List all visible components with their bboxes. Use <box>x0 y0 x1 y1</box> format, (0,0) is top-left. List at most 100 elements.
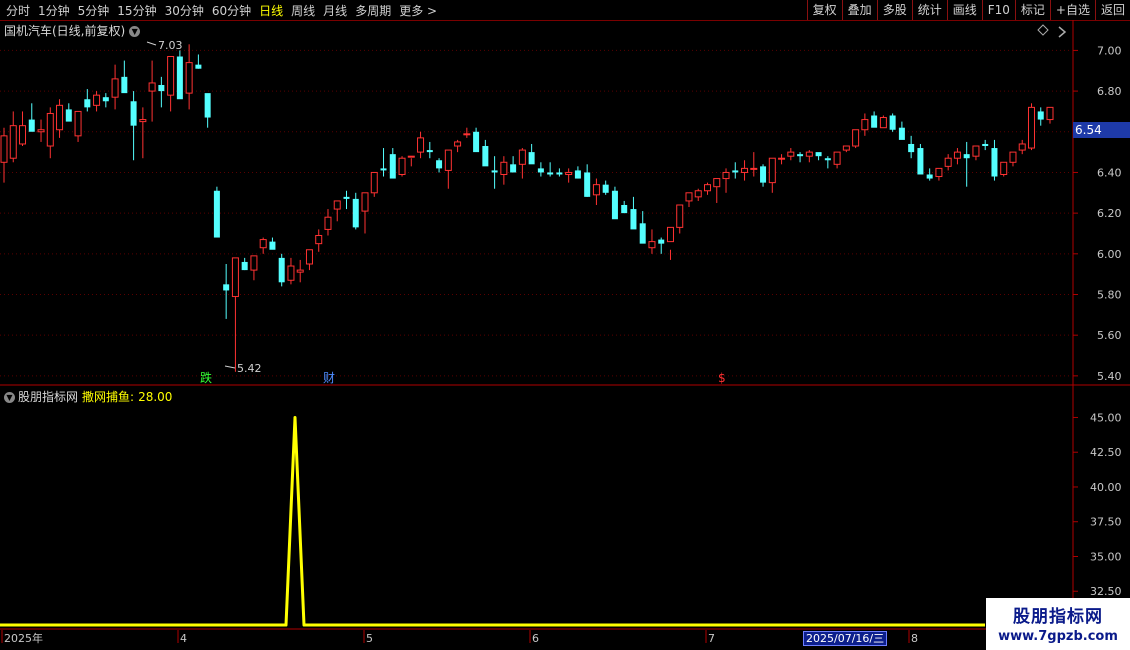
candle-body <box>333 200 341 210</box>
y-tick-label: 7.00 <box>1097 44 1122 57</box>
candle-body <box>528 152 535 165</box>
y-tick-label: 6.80 <box>1097 85 1122 98</box>
candle-body <box>556 172 563 175</box>
candle-body <box>259 239 267 249</box>
candle-body <box>176 56 183 100</box>
candle-body <box>204 93 211 118</box>
y-tick-label: 6.20 <box>1097 207 1122 220</box>
y-tick-label: 6.40 <box>1097 166 1122 179</box>
candle-body <box>491 170 498 173</box>
candle-body <box>713 178 721 188</box>
candle-body <box>1027 106 1035 149</box>
candle-body <box>37 129 45 133</box>
candle-body <box>111 78 119 98</box>
candle-body <box>666 226 674 243</box>
candle-body <box>565 171 573 175</box>
candle-body <box>1046 106 1054 121</box>
candle-body <box>9 125 17 159</box>
high-arrow-icon <box>146 41 157 46</box>
watermark-url: www.7gpzb.com <box>998 629 1118 644</box>
candle-body <box>28 119 35 132</box>
candle-body <box>121 76 128 94</box>
candle-body <box>732 170 739 173</box>
candle-body <box>296 269 304 273</box>
event-marker: 跌 <box>200 370 212 385</box>
candle-body <box>510 164 517 173</box>
indicator-source: 股朋指标网 <box>18 390 79 404</box>
candle-body <box>871 115 878 128</box>
low-price-label: 5.42 <box>237 362 262 375</box>
candle-body <box>1018 143 1026 151</box>
candle-body <box>944 157 952 167</box>
x-tick-label: 2025年 <box>4 631 43 645</box>
candle-body <box>1009 151 1017 163</box>
diamond-icon[interactable] <box>1037 24 1049 36</box>
watermark-logo: 股朋指标网 www.7gpzb.com <box>986 598 1130 650</box>
candle-body <box>797 154 804 157</box>
candle-body <box>584 172 591 197</box>
candle-body <box>741 167 749 173</box>
candle-body <box>592 184 600 196</box>
y-tick-label: 5.80 <box>1097 289 1122 302</box>
y-tick-label: 37.50 <box>1090 516 1122 529</box>
candle-body <box>972 145 980 157</box>
candle-body <box>278 257 285 283</box>
candle-body <box>537 168 544 173</box>
candle-body <box>305 249 313 265</box>
candle-body <box>93 94 101 106</box>
candle-body <box>685 192 693 202</box>
watermark-title: 股朋指标网 <box>1013 607 1103 627</box>
high-price-label: 7.03 <box>158 39 183 52</box>
current-price-tag: 6.54 <box>1073 122 1130 138</box>
candle-body <box>1037 111 1044 120</box>
candle-body <box>444 149 452 171</box>
candle-body <box>953 151 961 159</box>
y-tick-label: 45.00 <box>1090 411 1122 424</box>
candle-body <box>630 209 637 230</box>
candle-body <box>500 161 508 175</box>
candle-body <box>621 205 628 214</box>
candle-body <box>389 154 396 179</box>
chevron-right-icon[interactable] <box>1058 26 1067 38</box>
candle-body <box>861 119 869 131</box>
cursor-date-badge: 2025/07/16/三 <box>803 631 888 646</box>
candle-body <box>1000 161 1008 175</box>
candle-body <box>0 135 8 163</box>
candle-body <box>704 184 712 192</box>
candle-body <box>879 117 887 129</box>
candle-body <box>482 146 489 167</box>
chevron-down-icon[interactable]: ▼ <box>4 392 15 403</box>
candle-body <box>370 171 378 194</box>
candle-body <box>547 172 554 175</box>
candle-body <box>750 167 758 170</box>
candle-body <box>991 148 998 177</box>
candle-body <box>139 119 147 123</box>
candle-body <box>722 171 730 180</box>
candle-body <box>602 184 609 193</box>
candle-body <box>760 166 767 183</box>
candle-body <box>250 255 258 271</box>
candle-body <box>343 196 350 199</box>
indicator-line <box>0 415 985 627</box>
candle-body <box>417 137 425 153</box>
candle-body <box>315 235 323 245</box>
candle-body <box>824 158 831 161</box>
candle-body <box>213 190 220 238</box>
indicator-name: 撒网捕鱼: <box>82 390 135 404</box>
candle-body <box>130 101 137 126</box>
candle-body <box>787 151 795 157</box>
candle-body <box>324 216 332 230</box>
y-tick-label: 6.00 <box>1097 248 1122 261</box>
kline-chart[interactable]: 7.006.806.606.406.206.005.805.605.40 45.… <box>0 0 1130 650</box>
candle-body <box>518 149 526 165</box>
x-tick-label: 4 <box>180 632 187 645</box>
candle-body <box>46 112 54 147</box>
x-tick-label: 6 <box>532 632 539 645</box>
candle-body <box>454 141 462 147</box>
candle-body <box>185 62 193 94</box>
candle-body <box>694 190 702 198</box>
candle-body <box>148 82 156 92</box>
candle-body <box>352 198 359 228</box>
x-tick-label: 5 <box>366 632 373 645</box>
candle-body <box>473 131 480 153</box>
